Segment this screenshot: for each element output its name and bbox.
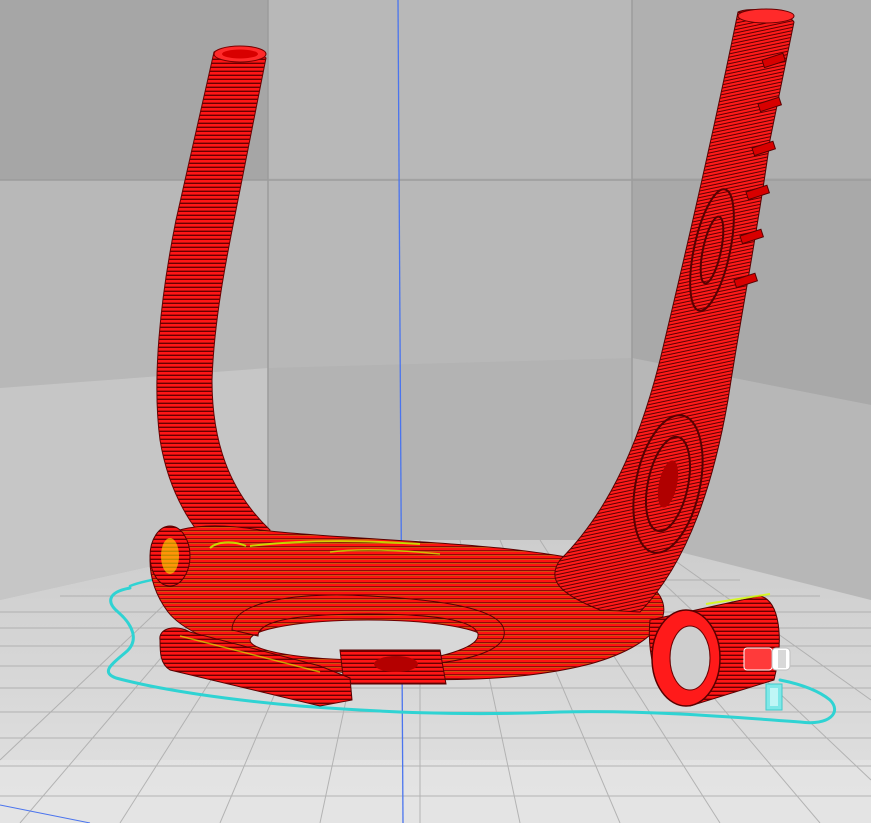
3d-viewport[interactable] bbox=[0, 0, 871, 823]
layer-view-scene bbox=[0, 0, 871, 823]
